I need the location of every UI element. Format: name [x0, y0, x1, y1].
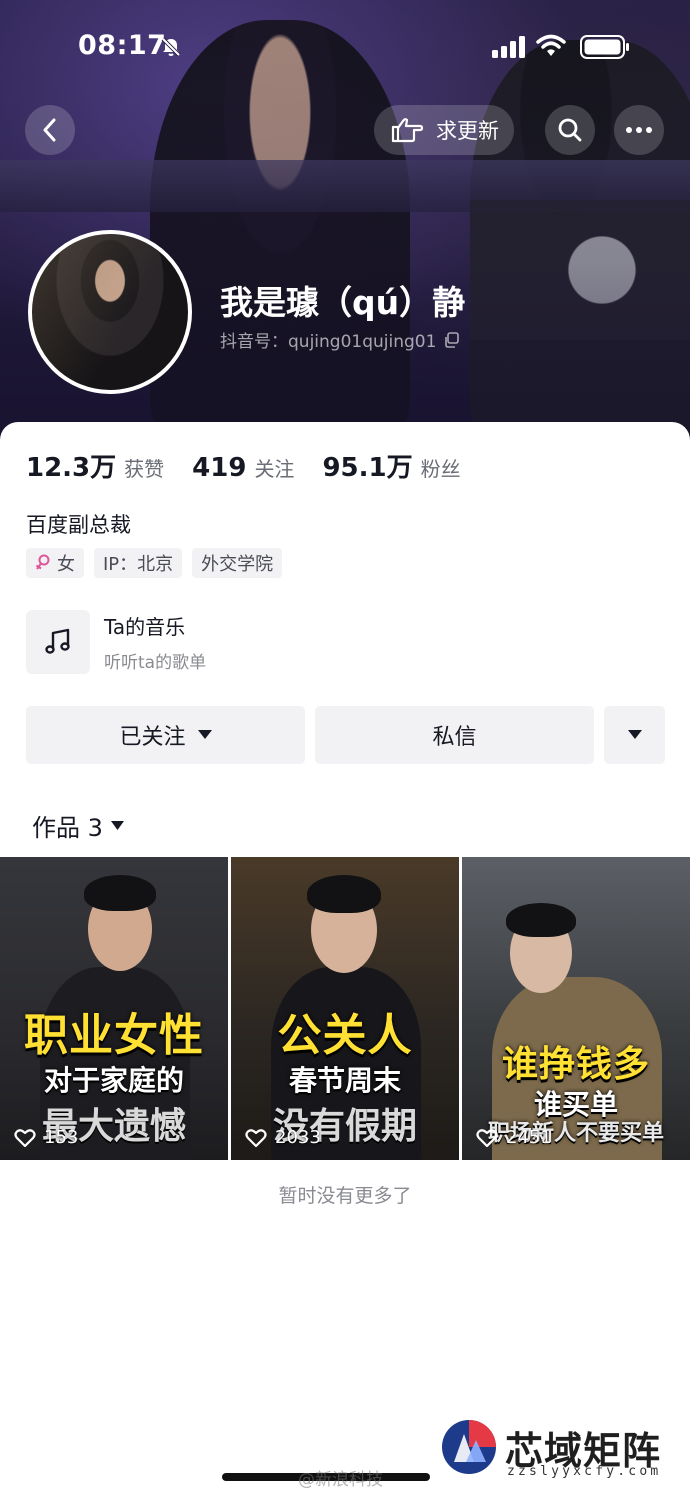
battery-icon	[580, 35, 629, 59]
music-note-icon	[45, 628, 70, 654]
video-title-sub: 对于家庭的	[43, 1064, 184, 1097]
music-subtitle: 听听ta的歌单	[104, 653, 207, 673]
likes-label: 获赞	[124, 457, 165, 481]
gender-tag-label: 女	[57, 554, 75, 575]
heart-icon	[476, 1128, 498, 1147]
likes-count: 12.3万	[26, 453, 117, 483]
works-tab-label: 作品 3	[32, 814, 103, 842]
tab-works[interactable]: 作品 3	[32, 808, 124, 843]
copy-icon[interactable]	[444, 331, 460, 348]
music-icon-box	[26, 610, 90, 674]
profile-stats: 12.3万 获赞 419 关注 95.1万 粉丝	[26, 447, 489, 484]
recommend-dropdown-button[interactable]	[604, 706, 665, 764]
ip-tag: IP：北京	[94, 548, 183, 578]
watermark: @新浪科技	[298, 1470, 383, 1490]
douyin-id: 抖音号：qujing01qujing01	[220, 332, 437, 352]
following-label: 关注	[254, 457, 295, 481]
profile-tags: 女 IP：北京 外交学院	[26, 548, 292, 578]
followers-count: 95.1万	[322, 453, 413, 483]
follow-button[interactable]: 已关注	[26, 706, 305, 764]
music-entry[interactable]: Ta的音乐 听听ta的歌单	[26, 610, 426, 674]
school-tag-label: 外交学院	[201, 554, 274, 575]
video-thumbnail[interactable]: 职业女性 对于家庭的 最大遗憾 153	[0, 857, 228, 1160]
status-time: 08:17	[78, 30, 167, 61]
video-likes-count: 2451	[506, 1127, 552, 1148]
following-count: 419	[192, 453, 247, 483]
no-more-label: 暂时没有更多了	[278, 1185, 412, 1207]
female-icon	[35, 554, 50, 570]
following-stat[interactable]: 419 关注	[192, 453, 294, 483]
video-likes: 2451	[476, 1127, 552, 1148]
profile-bio: 百度副总裁	[26, 513, 131, 537]
video-grid: 职业女性 对于家庭的 最大遗憾 153 公关人 春节周末 没有假期 2033 谁…	[0, 857, 690, 1160]
video-title-main: 谁挣钱多	[501, 1044, 650, 1085]
ip-tag-label: IP：北京	[103, 554, 174, 575]
video-title-main: 公关人	[277, 1010, 413, 1061]
bell-muted-icon	[161, 37, 181, 57]
douyin-id-row[interactable]: 抖音号：qujing01qujing01	[220, 327, 460, 352]
back-button[interactable]	[25, 105, 75, 155]
caret-down-icon	[197, 730, 212, 739]
school-tag[interactable]: 外交学院	[192, 548, 283, 578]
video-likes: 2033	[245, 1127, 321, 1148]
display-name: 我是璩（qú）静	[220, 283, 466, 322]
music-title: Ta的音乐	[104, 615, 186, 639]
message-button[interactable]: 私信	[315, 706, 594, 764]
heart-icon	[14, 1128, 36, 1147]
video-title-main: 职业女性	[24, 1010, 204, 1061]
more-options-button[interactable]	[614, 105, 664, 155]
gender-tag: 女	[26, 548, 84, 578]
caret-down-icon	[627, 730, 642, 739]
message-label: 私信	[432, 725, 477, 750]
request-update-button[interactable]: 求更新	[374, 105, 514, 155]
more-dots-icon	[626, 127, 652, 133]
video-thumbnail[interactable]: 谁挣钱多 谁买单 职场新人不要买单 2451	[462, 857, 690, 1160]
followers-label: 粉丝	[420, 457, 461, 481]
search-button[interactable]	[545, 105, 595, 155]
site-logo-icon	[442, 1420, 496, 1474]
cellular-signal-icon	[492, 36, 525, 58]
chevron-left-icon	[43, 118, 56, 142]
request-update-label: 求更新	[436, 119, 499, 143]
caret-down-icon	[110, 820, 124, 830]
search-icon	[558, 118, 582, 142]
video-likes-count: 2033	[275, 1127, 321, 1148]
heart-icon	[245, 1128, 267, 1147]
status-bar: 08:17	[0, 28, 690, 68]
pointing-hand-icon	[391, 118, 424, 143]
site-url: zzslyyxcfy.com	[507, 1464, 662, 1479]
followers-stat[interactable]: 95.1万 粉丝	[322, 447, 460, 484]
wifi-icon	[536, 34, 566, 56]
video-likes: 153	[14, 1127, 78, 1148]
video-likes-count: 153	[44, 1127, 79, 1148]
video-title-sub: 春节周末	[288, 1064, 401, 1097]
likes-stat[interactable]: 12.3万 获赞	[26, 447, 164, 484]
avatar[interactable]	[28, 230, 192, 394]
follow-label: 已关注	[119, 725, 186, 750]
video-thumbnail[interactable]: 公关人 春节周末 没有假期 2033	[231, 857, 459, 1160]
